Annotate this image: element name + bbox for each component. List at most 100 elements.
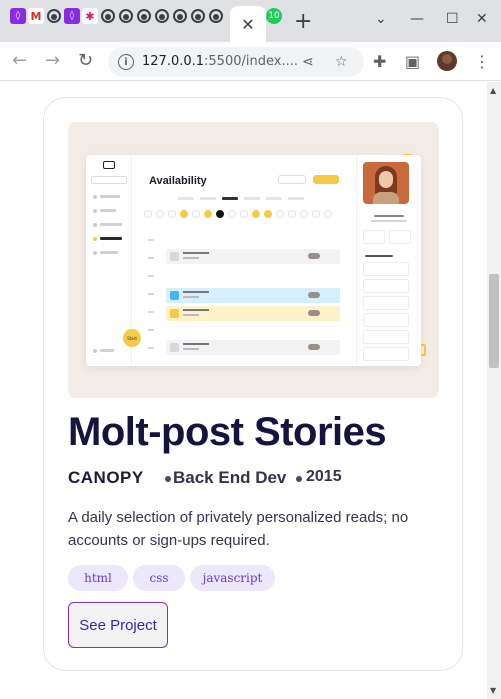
mockup-nav-dot xyxy=(93,251,97,255)
tab-favicon-github[interactable] xyxy=(46,8,62,24)
mockup-day xyxy=(276,210,284,218)
mockup-nav-line xyxy=(100,195,120,198)
page-scrollbar[interactable]: ▲ ▼ xyxy=(487,82,501,699)
github-icon xyxy=(155,9,169,23)
site-info-icon[interactable]: i xyxy=(118,54,134,70)
mockup-nav-line xyxy=(100,251,118,254)
address-bar[interactable]: i 127.0.0.1:5500/index.... ⋖ ☆ xyxy=(108,47,364,77)
mockup-nav-line xyxy=(100,237,122,240)
mockup-row-avatars xyxy=(308,253,320,259)
slack-icon: ✱ xyxy=(85,9,95,23)
mockup-day xyxy=(300,210,308,218)
close-tab-icon[interactable]: ✕ xyxy=(241,15,254,34)
side-panel-icon[interactable]: ▣ xyxy=(405,52,420,71)
mockup-time-tick xyxy=(148,275,154,277)
mockup-month xyxy=(266,197,282,200)
github-icon xyxy=(101,9,115,23)
mockup-time-tick xyxy=(148,293,154,295)
mockup-row-icon xyxy=(170,343,179,352)
mockup-day xyxy=(204,210,212,218)
project-card: Availability Start Molt-post Stories CAN… xyxy=(43,97,463,671)
url-text[interactable]: 127.0.0.1:5500/index.... xyxy=(142,54,298,69)
see-project-button[interactable]: See Project xyxy=(68,602,168,648)
mockup-day xyxy=(216,210,224,218)
dashboard-mockup: Availability Start xyxy=(86,155,421,366)
project-screenshot: Availability Start xyxy=(68,122,439,398)
mockup-time-tick xyxy=(148,239,154,241)
mockup-time-tick xyxy=(148,329,154,331)
tab-favicon-github-3[interactable] xyxy=(118,8,134,24)
github-icon xyxy=(119,9,133,23)
photo-body xyxy=(373,192,399,204)
tab-favicon-github-2[interactable] xyxy=(100,8,116,24)
tab-favicon-github-8[interactable] xyxy=(208,8,224,24)
mockup-day xyxy=(240,210,248,218)
github-icon xyxy=(209,9,223,23)
active-tab[interactable]: ✕ xyxy=(230,6,266,42)
mockup-row-avatars xyxy=(308,310,320,316)
scroll-down-arrow-icon[interactable]: ▼ xyxy=(490,686,496,695)
tag-css: css xyxy=(133,565,185,591)
mockup-title: Availability xyxy=(149,175,207,187)
mockup-day xyxy=(312,210,320,218)
mockup-time-tick xyxy=(148,347,154,349)
mockup-month xyxy=(288,197,304,200)
mockup-nav-dot xyxy=(93,195,97,199)
mockup-nav-dot xyxy=(93,209,97,213)
project-year: 2015 xyxy=(306,468,342,485)
mockup-profile-panel xyxy=(356,155,421,366)
reload-icon[interactable]: ↻ xyxy=(78,51,93,71)
mockup-profile-name xyxy=(374,215,404,217)
mockup-lesson-row xyxy=(166,340,340,355)
tab-favicon-github-5[interactable] xyxy=(154,8,170,24)
mockup-feed-item xyxy=(363,313,409,327)
extensions-puzzle-icon[interactable]: ✚ xyxy=(373,52,386,71)
tab-search-icon[interactable]: ⌄ xyxy=(375,11,387,27)
mockup-row-avatars xyxy=(308,344,320,350)
mockup-day xyxy=(144,210,152,218)
browser-toolbar: ← → ↻ i 127.0.0.1:5500/index.... ⋖ ☆ ✚ ▣… xyxy=(0,42,501,81)
tab-favicon-purple-2[interactable]: ◊ xyxy=(64,8,80,24)
tab-favicon-github-6[interactable] xyxy=(172,8,188,24)
tab-favicon-purple[interactable]: ◊ xyxy=(10,8,26,24)
tab-favicon-slack[interactable]: ✱ xyxy=(82,8,98,24)
bookmark-star-icon[interactable]: ☆ xyxy=(335,54,348,70)
minimize-icon[interactable]: — xyxy=(410,11,424,27)
mockup-day xyxy=(156,210,164,218)
mockup-feed-heading xyxy=(365,255,393,257)
scrollbar-thumb[interactable] xyxy=(489,274,499,368)
mockup-nav-dot xyxy=(93,237,97,241)
close-window-icon[interactable]: ✕ xyxy=(476,11,488,27)
mockup-stat-box xyxy=(363,230,385,244)
tab-favicon-github-7[interactable] xyxy=(190,8,206,24)
mockup-row-avatars xyxy=(308,292,320,298)
more-menu-icon[interactable]: ⋮ xyxy=(474,52,490,71)
profile-avatar[interactable] xyxy=(437,51,457,71)
mockup-nav-line xyxy=(100,349,114,352)
forward-arrow-icon[interactable]: → xyxy=(45,51,60,71)
mockup-profile-role xyxy=(371,220,407,222)
share-icon[interactable]: ⋖ xyxy=(302,54,314,70)
mockup-logo-icon xyxy=(103,161,115,169)
new-tab-button[interactable]: + xyxy=(294,11,312,33)
tab-favicon-github-4[interactable] xyxy=(136,8,152,24)
mockup-lesson-row xyxy=(166,249,340,264)
mockup-feed-item xyxy=(363,279,409,293)
mockup-profile-photo xyxy=(363,162,409,204)
tab-favicon-badge[interactable]: 10 xyxy=(266,8,282,24)
scroll-up-arrow-icon[interactable]: ▲ xyxy=(490,86,496,95)
back-arrow-icon[interactable]: ← xyxy=(12,51,27,71)
mockup-day xyxy=(192,210,200,218)
mockup-day xyxy=(252,210,260,218)
page-viewport: Availability Start Molt-post Stories CAN… xyxy=(0,82,487,699)
tab-favicon-gmail[interactable]: M xyxy=(28,8,44,24)
project-role: Back End Dev xyxy=(173,468,287,487)
maximize-icon[interactable]: ☐ xyxy=(446,11,459,27)
mockup-feed-item xyxy=(363,347,409,361)
project-description: A daily selection of privately personali… xyxy=(68,509,409,549)
mockup-row-line xyxy=(183,348,199,350)
mockup-row-icon xyxy=(170,309,179,318)
github-icon xyxy=(47,9,61,23)
mockup-day xyxy=(324,210,332,218)
mockup-day xyxy=(168,210,176,218)
